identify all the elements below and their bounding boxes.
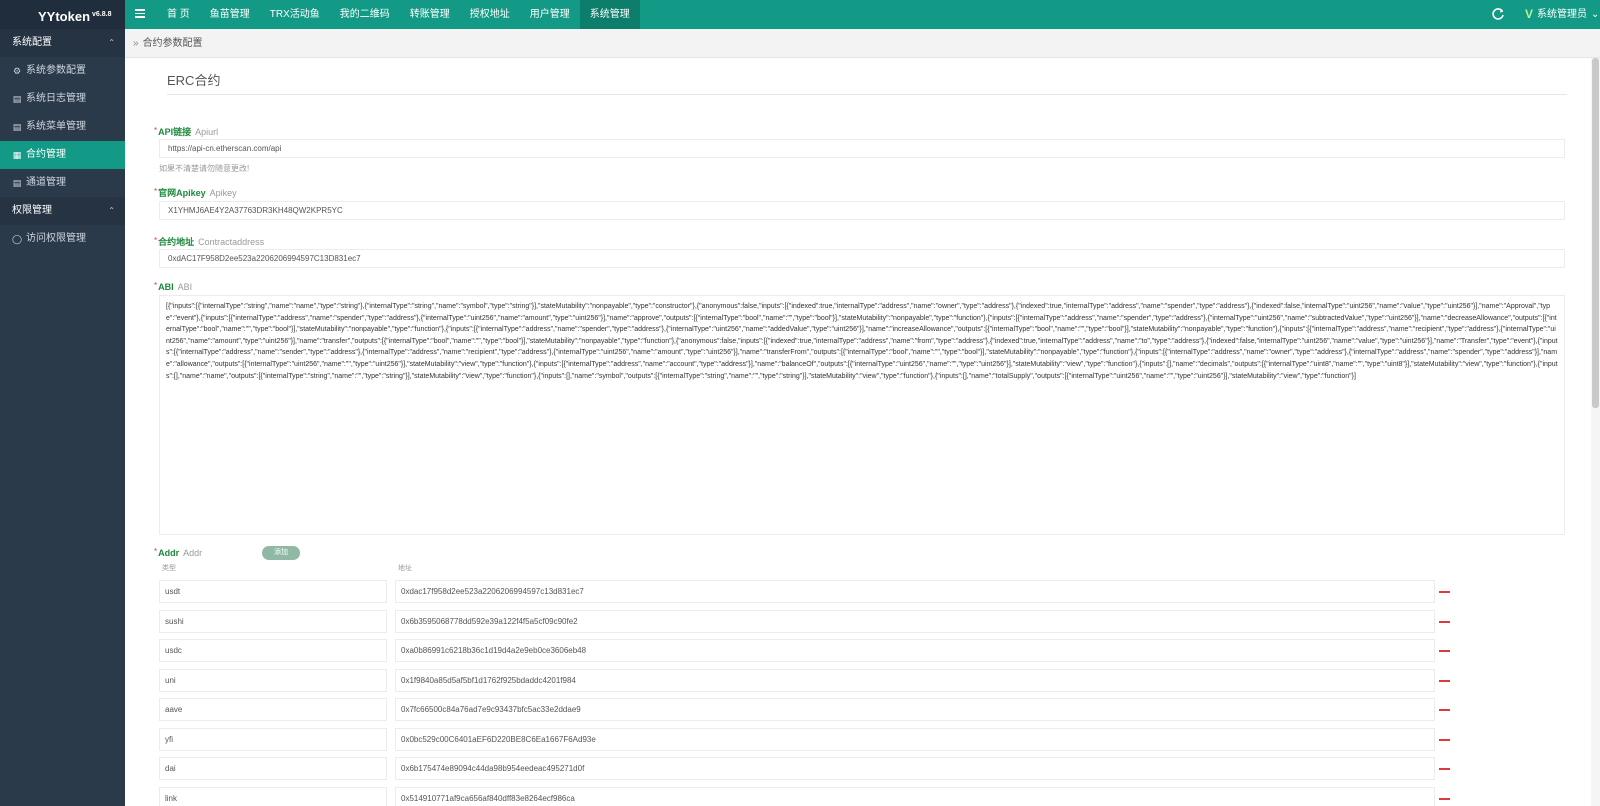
- sidebar-item-label: 系统菜单管理: [26, 121, 86, 132]
- chevron-down-icon: ⌄: [1591, 9, 1600, 20]
- addr-row-type-input[interactable]: usdt: [159, 580, 387, 603]
- sidebar-group-permission[interactable]: 权限管理 ⌃: [0, 197, 125, 225]
- addr-row-address-input[interactable]: 0x0bc529c00C6401aEF6D220BE8C6Ea1667F6Ad9…: [395, 728, 1435, 751]
- app-title: YYtoken: [38, 9, 91, 24]
- scrollbar-thumb[interactable]: [1592, 58, 1599, 408]
- sidebar-item-contract[interactable]: ▦ 合约管理: [0, 141, 125, 169]
- addr-row-type-input[interactable]: aave: [159, 698, 387, 721]
- sidebar-item-label: 访问权限管理: [26, 233, 86, 244]
- log-icon: ▤: [12, 94, 22, 104]
- vertical-scrollbar[interactable]: [1591, 58, 1600, 806]
- nav-system[interactable]: 系统管理: [579, 0, 640, 29]
- chevron-up-icon: ⌃: [108, 38, 115, 47]
- sidebar-group-label: 权限管理: [12, 205, 52, 216]
- form-title: ERC合约: [167, 70, 1567, 95]
- main-area: » 合约参数配置 ERC合约 *API链接 Apiurl https://api-c…: [125, 29, 1600, 806]
- addr-row-type-input[interactable]: yfi: [159, 728, 387, 751]
- addr-row-address-input[interactable]: 0xdac17f958d2ee523a2206206994597c13d831e…: [395, 580, 1435, 603]
- contract-address-label: *合约地址 Contractaddress: [154, 236, 265, 247]
- remove-row-icon[interactable]: [1439, 591, 1450, 593]
- addr-row-type-input[interactable]: sushi: [159, 610, 387, 633]
- sidebar-item-system-logs[interactable]: ▤ 系统日志管理: [0, 85, 125, 113]
- remove-row-icon[interactable]: [1439, 709, 1450, 711]
- app-version: v6.8.8: [92, 11, 112, 18]
- api-url-hint: 如果不清楚请勿随意更改!: [159, 164, 250, 173]
- required-mark: *: [154, 126, 158, 135]
- addr-row-address-input[interactable]: 0x6b3595068778dd592e39a122f4f5a5cf09c90f…: [395, 610, 1435, 633]
- addr-row-address-input[interactable]: 0xa0b86991c6218b36c1d19d4a2e9eb0ce3606eb…: [395, 639, 1435, 662]
- addr-row-address-input[interactable]: 0x7fc66500c84a76ad7e9c93437bfc5ac33e2dda…: [395, 698, 1435, 721]
- top-header: YYtoken v6.8.8 首 页 鱼苗管理 TRX活动鱼 我的二维码 转账管理…: [0, 0, 1600, 29]
- user-name: 系统管理员: [1537, 9, 1588, 20]
- breadcrumb: » 合约参数配置: [125, 29, 1600, 58]
- remove-row-icon[interactable]: [1439, 739, 1450, 741]
- remove-row-icon[interactable]: [1439, 768, 1450, 770]
- sidebar-item-access-permission[interactable]: ◯ 访问权限管理: [0, 225, 125, 253]
- column-header-address: 地址: [398, 565, 412, 572]
- addr-row-address-input[interactable]: 0x1f9840a85d5af5bf1d1762f925bdaddc4201f9…: [395, 669, 1435, 692]
- user-menu[interactable]: V 系统管理员 ⌄: [1525, 0, 1599, 29]
- user-avatar-icon: V: [1525, 7, 1534, 21]
- refresh-icon[interactable]: [1490, 6, 1506, 22]
- api-url-input[interactable]: https://api-cn.etherscan.com/api: [159, 139, 1565, 158]
- sidebar-item-label: 合约管理: [26, 149, 66, 160]
- sidebar-item-system-menu[interactable]: ▤ 系统菜单管理: [0, 113, 125, 141]
- add-addr-button[interactable]: 添加: [262, 546, 300, 560]
- sidebar: 系统配置 ⌃ ⚙ 系统参数配置 ▤ 系统日志管理 ▤ 系统菜单管理 ▦ 合约管理…: [0, 29, 125, 806]
- grid-icon: ▦: [12, 150, 22, 160]
- contract-address-input[interactable]: 0xdAC17F958D2ee523a2206206994597C13D831e…: [159, 249, 1565, 268]
- addr-row-address-input[interactable]: 0x514910771af9ca656af840dff83e8264ecf986…: [395, 787, 1435, 806]
- addr-label: *Addr Addr: [154, 547, 203, 558]
- abi-textarea[interactable]: [{"inputs":[{"internalType":"string","na…: [159, 295, 1565, 535]
- abi-label: *ABI ABI: [154, 281, 193, 292]
- addr-row-address-input[interactable]: 0x6b175474e89094c44da98b954eedeac495271d…: [395, 757, 1435, 780]
- nav-qrcode[interactable]: 我的二维码: [330, 0, 400, 29]
- nav-users[interactable]: 用户管理: [520, 0, 580, 29]
- column-header-type: 类型: [162, 565, 176, 572]
- addr-row-type-input[interactable]: usdc: [159, 639, 387, 662]
- api-key-input[interactable]: X1YHMJ6AE4Y2A37763DR3KH48QW2KPR5YC: [159, 201, 1565, 220]
- sidebar-item-label: 通道管理: [26, 177, 66, 188]
- api-key-label: *官网Apikey Apikey: [154, 187, 237, 198]
- chevron-up-icon: ⌃: [108, 206, 115, 215]
- sidebar-item-label: 系统日志管理: [26, 93, 86, 104]
- nav-trx[interactable]: TRX活动鱼: [260, 0, 330, 29]
- remove-row-icon[interactable]: [1439, 621, 1450, 623]
- sidebar-group-label: 系统配置: [12, 37, 52, 48]
- shield-icon: ◯: [12, 234, 23, 244]
- top-nav: 首 页 鱼苗管理 TRX活动鱼 我的二维码 转账管理 授权地址 用户管理 系统管…: [157, 0, 640, 29]
- sidebar-item-system-params[interactable]: ⚙ 系统参数配置: [0, 57, 125, 85]
- remove-row-icon[interactable]: [1439, 650, 1450, 652]
- menu-toggle-icon[interactable]: [135, 7, 147, 21]
- channel-icon: ▤: [12, 178, 22, 188]
- nav-fish[interactable]: 鱼苗管理: [200, 0, 260, 29]
- addr-row-type-input[interactable]: dai: [159, 757, 387, 780]
- sidebar-item-channel[interactable]: ▤ 通道管理: [0, 169, 125, 197]
- api-url-label: *API链接 Apiurl: [154, 126, 219, 137]
- remove-row-icon[interactable]: [1439, 680, 1450, 682]
- breadcrumb-current[interactable]: 合约参数配置: [143, 38, 203, 49]
- app-logo[interactable]: YYtoken v6.8.8: [0, 0, 125, 29]
- nav-transfer[interactable]: 转账管理: [400, 0, 460, 29]
- sidebar-group-system-config[interactable]: 系统配置 ⌃: [0, 29, 125, 57]
- nav-auth-address[interactable]: 授权地址: [460, 0, 520, 29]
- gear-icon: ⚙: [12, 66, 22, 76]
- addr-row-type-input[interactable]: link: [159, 787, 387, 806]
- double-chevron-icon: »: [133, 38, 139, 49]
- content-panel: ERC合约 *API链接 Apiurl https://api-cn.ethers…: [125, 58, 1600, 806]
- menu-icon: ▤: [12, 122, 22, 132]
- nav-home[interactable]: 首 页: [157, 0, 200, 29]
- sidebar-item-label: 系统参数配置: [26, 65, 86, 76]
- remove-row-icon[interactable]: [1439, 798, 1450, 800]
- addr-row-type-input[interactable]: uni: [159, 669, 387, 692]
